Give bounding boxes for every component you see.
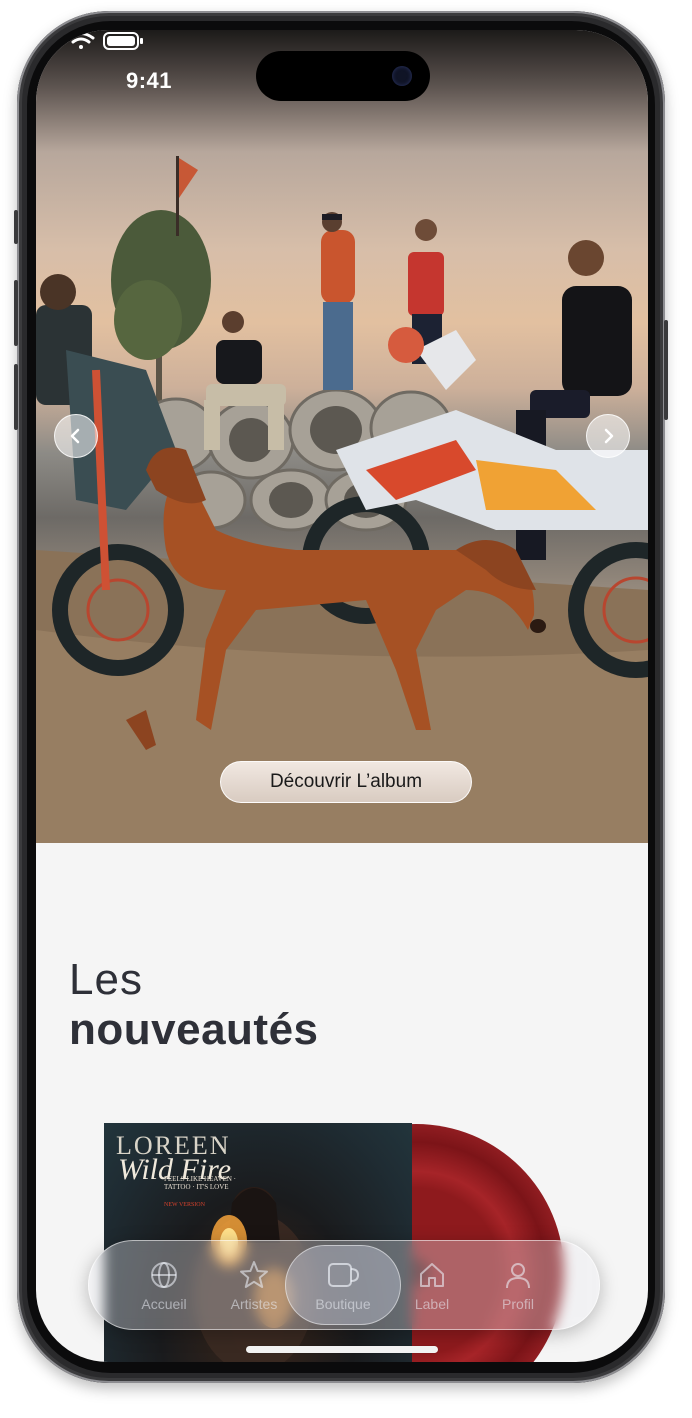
home-icon	[420, 1263, 444, 1287]
side-button-volume-up	[14, 280, 18, 346]
status-time: 9:41	[126, 68, 173, 93]
carousel-prev-button[interactable]	[54, 414, 98, 458]
mug-icon	[328, 1263, 359, 1287]
tab-label: Boutique	[315, 1296, 371, 1312]
side-button-power	[664, 320, 668, 420]
tab-label: Artistes	[230, 1296, 278, 1312]
section-title-line1: Les	[69, 955, 143, 1004]
signal-icon	[36, 32, 58, 50]
screen: 9:41 Découvrir L’album Les nouveautés LO…	[36, 30, 648, 1362]
status-icons	[36, 32, 143, 50]
album-tracks: FEELS LIKE HEAVEN · TATTOO · IT'S LOVE	[164, 1175, 237, 1192]
home-indicator[interactable]	[246, 1346, 438, 1353]
tab-label: Accueil	[141, 1296, 187, 1312]
section-title: Les nouveautés	[69, 958, 319, 1052]
hero-photo	[36, 156, 648, 843]
star-icon	[240, 1261, 268, 1288]
tab-boutique[interactable]: Boutique	[300, 1241, 386, 1331]
side-button-volume-down	[14, 364, 18, 430]
section-title-line2: nouveautés	[69, 1005, 319, 1054]
dynamic-island	[256, 51, 430, 101]
discover-album-button[interactable]: Découvrir L’album	[220, 761, 472, 803]
chevron-left-icon	[70, 428, 80, 444]
tab-artistes[interactable]: Artistes	[211, 1241, 297, 1331]
carousel-next-button[interactable]	[586, 414, 630, 458]
hero-banner[interactable]: 9:41 Découvrir L’album	[36, 30, 648, 843]
tab-label: Label	[414, 1296, 450, 1312]
chevron-right-icon	[604, 428, 614, 444]
person-icon	[506, 1263, 530, 1289]
tab-label-home[interactable]: Label	[389, 1241, 475, 1331]
album-tag: NEW VERSION	[164, 1202, 205, 1208]
tab-profil[interactable]: Profil	[475, 1241, 561, 1331]
battery-icon	[103, 32, 143, 50]
tab-accueil[interactable]: Accueil	[121, 1241, 207, 1331]
tab-label: Profil	[502, 1296, 534, 1312]
tab-bar: Accueil Artistes Boutique Label Profil	[88, 1240, 600, 1330]
wifi-icon	[67, 32, 95, 49]
front-camera	[392, 66, 412, 86]
side-button-mute	[14, 210, 18, 244]
globe-icon	[151, 1262, 177, 1288]
